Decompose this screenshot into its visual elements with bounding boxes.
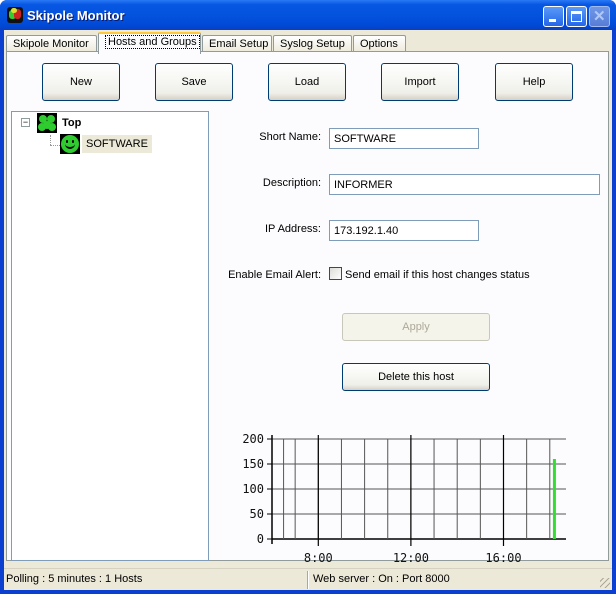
- description-input[interactable]: [329, 174, 600, 195]
- close-button[interactable]: ✕: [589, 6, 610, 27]
- short-name-input[interactable]: [329, 128, 479, 149]
- maximize-icon: [571, 11, 582, 22]
- y-tick-label: 50: [250, 507, 264, 521]
- status-chart: 0 50 100 150 200 8:00 12:00 16:00: [242, 432, 566, 565]
- description-label: Description:: [262, 177, 321, 189]
- collapse-icon[interactable]: −: [21, 118, 30, 127]
- short-name-label: Short Name:: [259, 131, 321, 143]
- email-alert-text[interactable]: Send email if this host changes status: [345, 269, 545, 281]
- ip-address-input[interactable]: [329, 220, 479, 241]
- smiley-host-up-icon: [60, 134, 80, 154]
- polling-status: Polling : 5 minutes : 1 Hosts: [6, 573, 143, 585]
- email-alert-label: Enable Email Alert:: [228, 269, 321, 281]
- title-bar[interactable]: Skipole Monitor ✕: [0, 0, 616, 30]
- resize-grip[interactable]: [600, 578, 610, 588]
- close-icon: ✕: [593, 8, 606, 25]
- tab-label: Options: [360, 38, 398, 50]
- tab-hosts-and-groups[interactable]: Hosts and Groups: [98, 32, 201, 54]
- new-button[interactable]: New: [42, 63, 120, 101]
- x-tick-label: 16:00: [485, 551, 521, 565]
- ip-address-label: IP Address:: [264, 223, 321, 235]
- group-icon: [37, 113, 57, 133]
- status-divider: [307, 571, 309, 589]
- tab-label: Syslog Setup: [280, 38, 345, 50]
- tree-node-software[interactable]: SOFTWARE: [82, 135, 152, 153]
- email-alert-checkbox[interactable]: [329, 267, 342, 280]
- window-title: Skipole Monitor: [27, 8, 125, 23]
- tree-node-top[interactable]: Top: [62, 117, 81, 129]
- minimize-button[interactable]: [543, 6, 564, 27]
- tab-label: Email Setup: [209, 38, 269, 50]
- delete-host-button[interactable]: Delete this host: [342, 363, 490, 391]
- help-button[interactable]: Help: [495, 63, 573, 101]
- client-area: Skipole Monitor Hosts and Groups Email S…: [4, 30, 612, 590]
- webserver-status: Web server : On : Port 8000: [313, 573, 450, 585]
- status-bar: Polling : 5 minutes : 1 Hosts Web server…: [4, 568, 612, 590]
- minimize-icon: [549, 19, 556, 22]
- load-button[interactable]: Load: [268, 63, 346, 101]
- tree-connector: [50, 135, 51, 145]
- host-tree[interactable]: − Top SOFTWARE: [11, 111, 209, 561]
- x-tick-label: 12:00: [393, 551, 429, 565]
- y-tick-label: 0: [257, 532, 264, 546]
- import-button[interactable]: Import: [381, 63, 459, 101]
- y-tick-label: 200: [242, 432, 264, 446]
- tab-label: Skipole Monitor: [13, 38, 89, 50]
- application-window: Skipole Monitor ✕ Skipole Monitor Hosts …: [0, 0, 616, 594]
- tab-label: Hosts and Groups: [105, 35, 200, 49]
- app-icon[interactable]: [7, 7, 23, 23]
- y-tick-label: 150: [242, 457, 264, 471]
- save-button[interactable]: Save: [155, 63, 233, 101]
- y-tick-label: 100: [242, 482, 264, 496]
- apply-button[interactable]: Apply: [342, 313, 490, 341]
- maximize-button[interactable]: [566, 6, 587, 27]
- x-tick-label: 8:00: [304, 551, 333, 565]
